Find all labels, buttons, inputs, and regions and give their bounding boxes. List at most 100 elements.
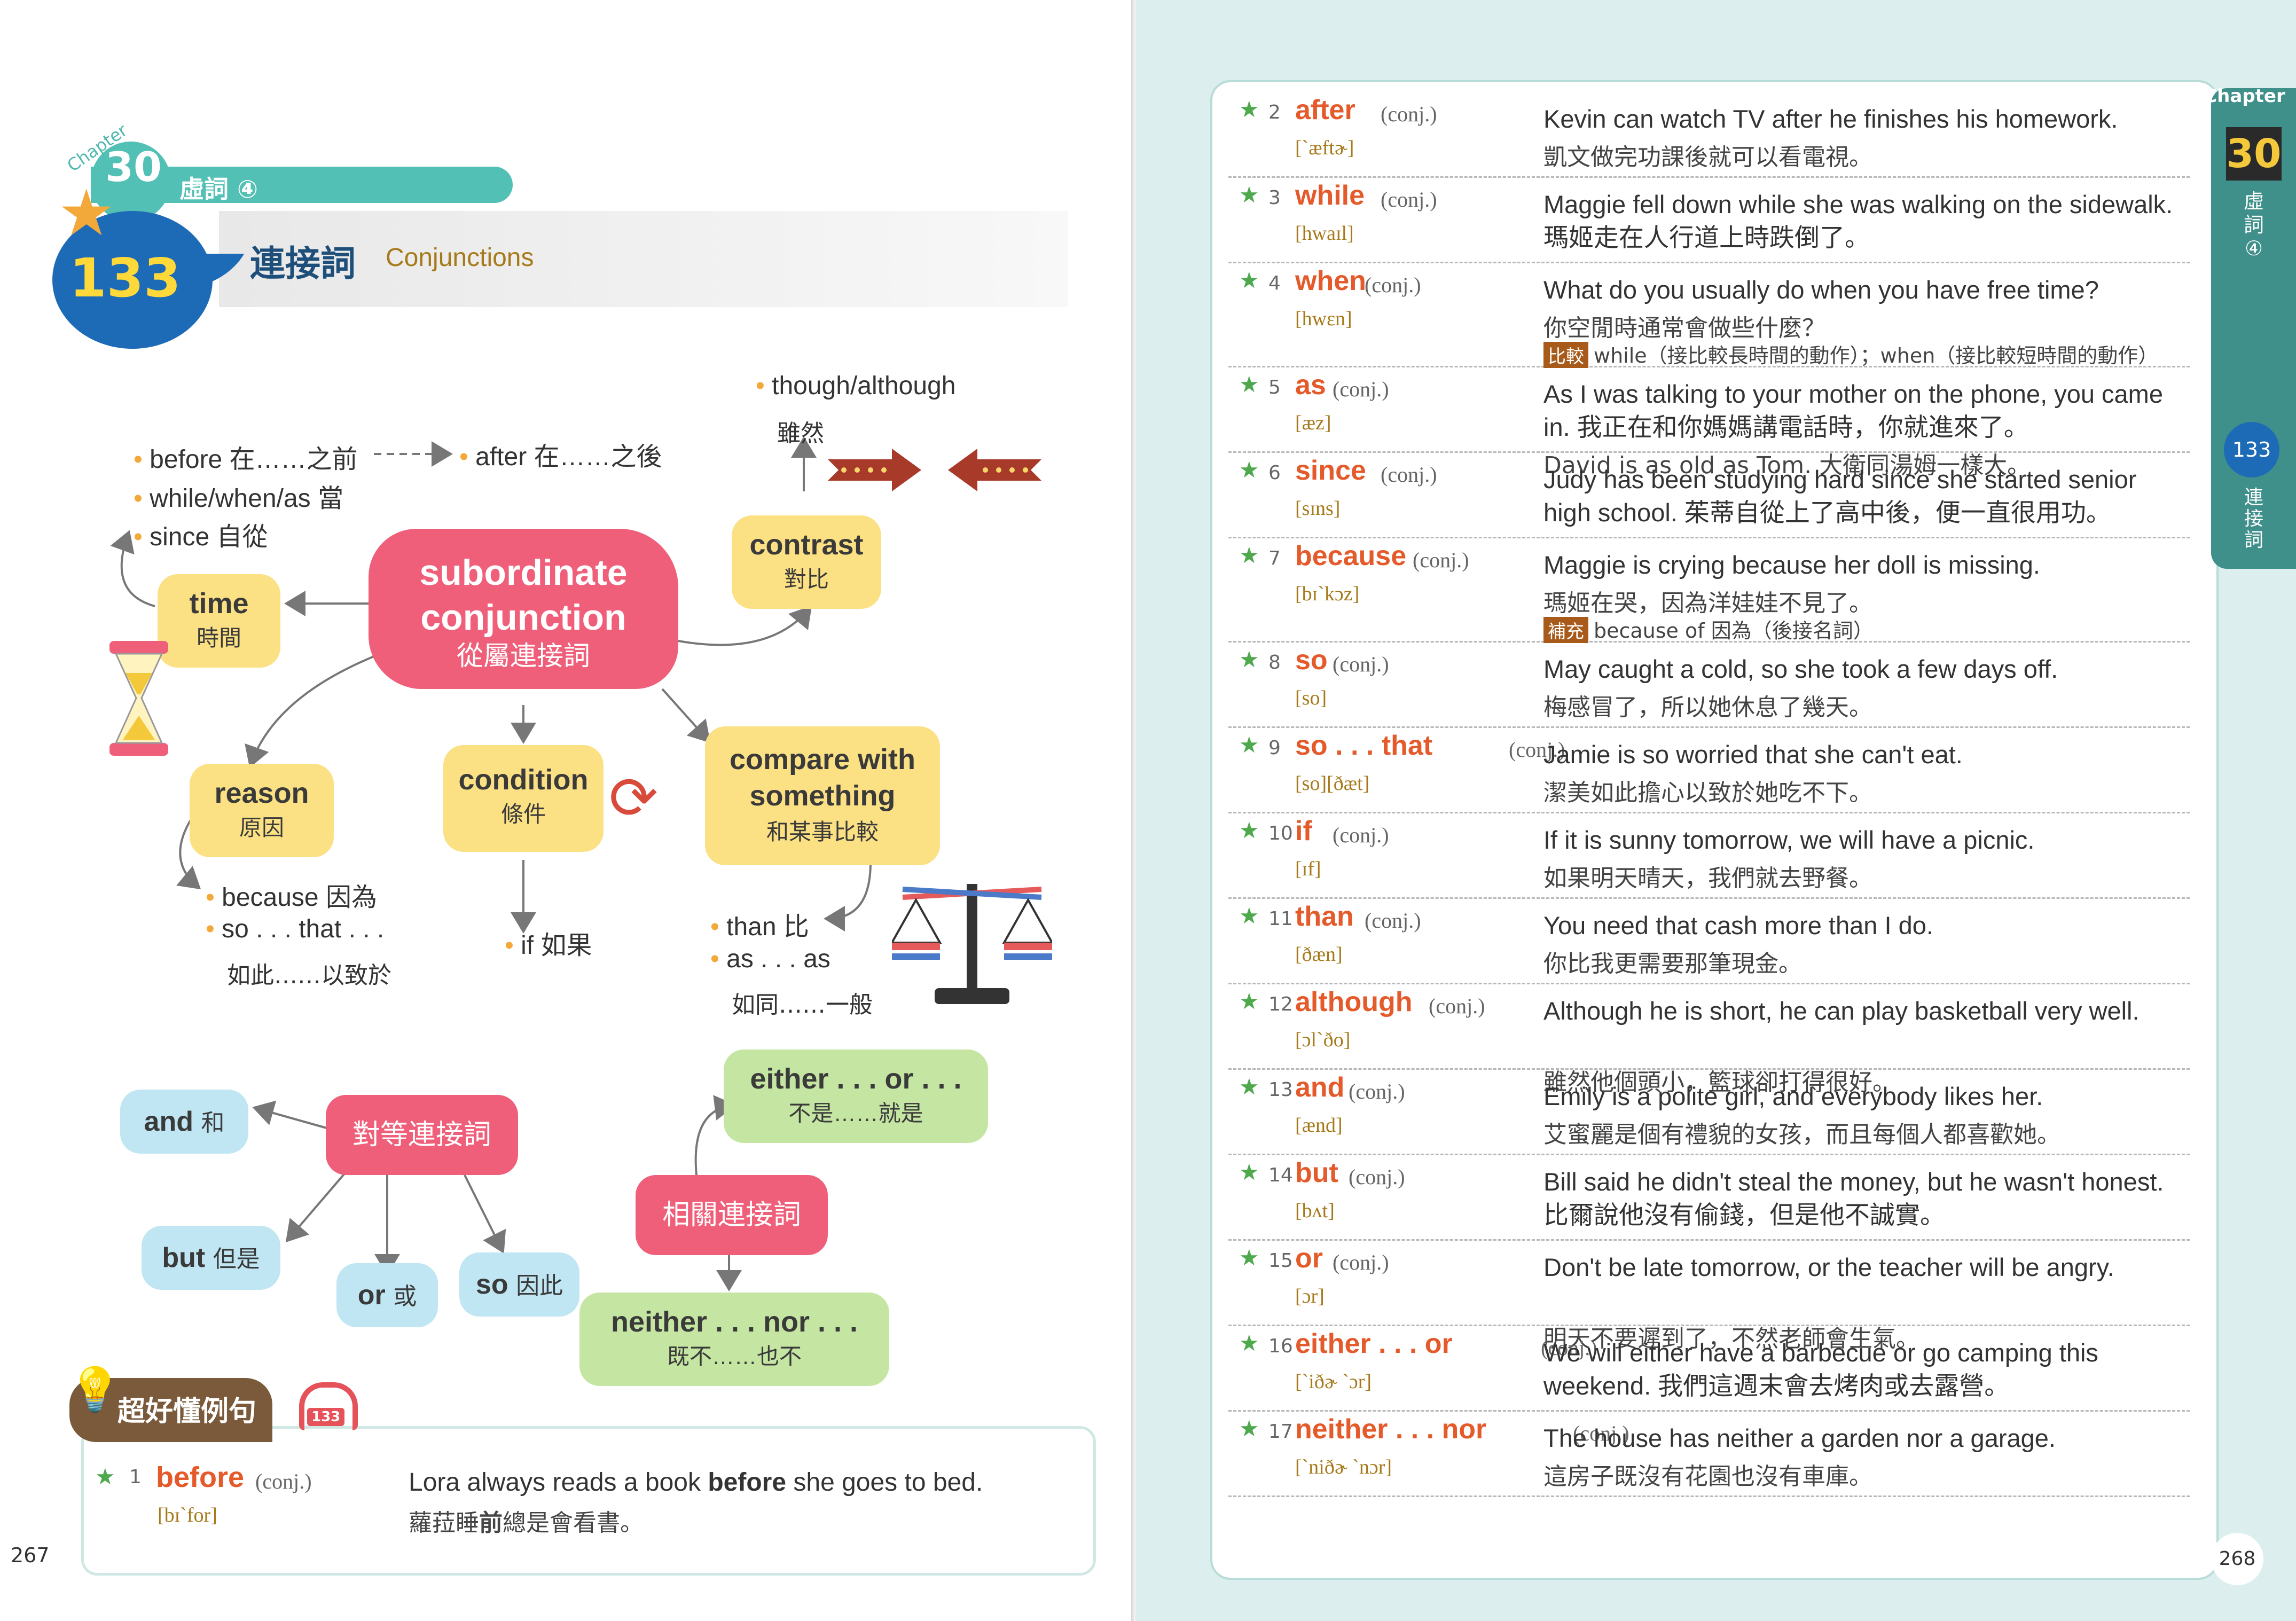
entry-example-zh: 蘿菈睡前總是會看書。 <box>409 1509 644 1537</box>
entry-example-zh: 這房子既沒有花園也沒有車庫。 <box>1543 1463 1872 1490</box>
entry-phonetic: [so][ðæt] <box>1295 772 1370 795</box>
star-icon: ★ <box>1239 96 1259 122</box>
correlative-label: 相關連接詞 <box>662 1200 801 1231</box>
entry-phonetic: [bʌt] <box>1295 1200 1335 1222</box>
entry-example-zh: 梅感冒了，所以她休息了幾天。 <box>1543 694 1872 721</box>
entry-number: 17 <box>1268 1421 1293 1443</box>
neither-label-zh: 既不……也不 <box>667 1344 802 1369</box>
star-icon: ★ <box>1239 182 1259 208</box>
entry-example-en: Jamie is so worried that she can't eat. <box>1543 740 1963 769</box>
entry-word: so <box>1295 645 1328 676</box>
and-label-zh: 和 <box>201 1110 225 1136</box>
entry-word: before <box>156 1461 245 1493</box>
page-number-right: 268 <box>2211 1533 2263 1585</box>
entry-number: 11 <box>1268 908 1293 930</box>
entry-word: after <box>1295 95 1355 126</box>
entry-example-zh: 潔美如此擔心以致於她吃不下。 <box>1543 779 1872 806</box>
either-label-zh: 不是……就是 <box>788 1101 923 1126</box>
contrast-label: contrast <box>749 529 864 561</box>
or-label-zh: 或 <box>393 1283 417 1310</box>
star-icon: ★ <box>1239 646 1259 672</box>
node-condition: condition 條件 <box>443 745 604 852</box>
star-icon: ★ <box>1239 817 1259 843</box>
compare-label-1: compare with <box>729 743 916 776</box>
reason-item-so-that-zh: 如此……以致於 <box>227 962 391 989</box>
entry-pos: (conj.) <box>1381 102 1437 126</box>
star-icon: ★ <box>1239 457 1259 483</box>
entry-number: 3 <box>1268 187 1281 209</box>
entry-example-en: The house has neither a garden nor a gar… <box>1543 1424 2056 1452</box>
star-icon: ★ <box>1239 1415 1259 1442</box>
entry-word: when <box>1295 265 1366 296</box>
time-item-since: • since 自從 <box>134 523 268 551</box>
entry-phonetic: [ænd] <box>1295 1114 1343 1137</box>
compare-item-as-as: • as . . . as <box>710 945 830 973</box>
node-contrast: contrast 對比 <box>732 515 881 609</box>
entry-word: or <box>1295 1243 1323 1274</box>
entry-pos: (conj.) <box>1365 273 1421 297</box>
star-icon: ★ <box>1239 1244 1259 1271</box>
example-box <box>81 1426 1096 1576</box>
compare-item-than: • than 比 <box>710 913 809 941</box>
entry-pos: (conj.) <box>1333 652 1389 676</box>
star-icon: ★ <box>1239 1159 1259 1185</box>
entry-phonetic: [hwɛn] <box>1295 308 1352 330</box>
compare-label-2: something <box>749 780 896 812</box>
entry-word: because <box>1295 541 1407 571</box>
star-icon: ★ <box>95 1463 115 1490</box>
condition-item-if: • if 如果 <box>505 931 592 960</box>
entry-note: 補充 because of 因為（後接名詞） <box>1543 614 1874 644</box>
entry-example-en: Don't be late tomorrow, or the teacher w… <box>1543 1253 2114 1281</box>
tab-chapter-word: Chapter <box>2204 85 2285 107</box>
contrast-item-zh: 雖然 <box>777 420 824 447</box>
tab-chapter-zh: 虛詞④ <box>2243 190 2264 260</box>
so-label-zh: 因此 <box>516 1273 563 1299</box>
entry-example-en: Emily is a polite girl, and everybody li… <box>1543 1082 2043 1110</box>
or-label: or <box>357 1280 386 1311</box>
entry-phonetic: [hwaɪl] <box>1295 222 1354 245</box>
entry-pos: (conj.) <box>1413 548 1469 572</box>
time-item-after: • after 在……之後 <box>459 443 662 471</box>
reason-label: reason <box>214 777 309 809</box>
entry-word: if <box>1295 816 1312 847</box>
entry-example-zh: 如果明天晴天，我們就去野餐。 <box>1543 865 1872 892</box>
entry-example-en: Although he is short, he can play basket… <box>1543 997 2140 1025</box>
entry-number: 15 <box>1268 1250 1293 1272</box>
entry-pos: (conj.) <box>1381 187 1437 212</box>
entry-example-en: May caught a cold, so she took a few day… <box>1543 655 2058 683</box>
contrast-label-zh: 對比 <box>783 567 829 592</box>
either-label: either . . . or . . . <box>750 1063 962 1095</box>
entry-example-zh: 你比我更需要那筆現金。 <box>1543 950 1802 977</box>
entry-number: 10 <box>1268 823 1293 844</box>
tab-lesson-zh: 連接詞 <box>2244 487 2263 551</box>
node-or: or 或 <box>336 1263 438 1327</box>
entry-word: so . . . that <box>1295 730 1433 761</box>
node-subordinate-conjunction: subordinate conjunction 從屬連接詞 <box>369 529 678 689</box>
page-number-left: 267 <box>11 1544 50 1567</box>
entry-example-zh: 你空閒時通常會做些什麼？ <box>1543 315 1825 342</box>
contrast-item: • though/although <box>756 372 956 400</box>
entry-word: while <box>1295 180 1365 211</box>
mindmap-arrows <box>110 436 872 1291</box>
balance-scale-icon <box>892 884 1052 1004</box>
refresh-icon: ⟳ <box>609 764 659 832</box>
entry-phonetic: [ɪf] <box>1295 858 1321 880</box>
entry-example-en: Kevin can watch TV after he finishes his… <box>1543 105 2118 133</box>
node-coordinating-conjunction: 對等連接詞 <box>326 1095 518 1175</box>
but-label: but <box>162 1242 206 1273</box>
subordinate-label-zh: 從屬連接詞 <box>457 641 590 671</box>
and-label: and <box>144 1106 193 1137</box>
entry-example-zh: 凱文做完功課後就可以看電視。 <box>1543 144 1872 171</box>
entry-example-en: You need that cash more than I do. <box>1543 911 1933 939</box>
note-text: while（接比較長時間的動作）；when（接比較短時間的動作） <box>1594 344 2159 367</box>
note-badge: 補充 <box>1543 617 1588 643</box>
entry-word: although <box>1295 986 1413 1017</box>
star-icon: ★ <box>1239 1330 1259 1356</box>
entry-word: since <box>1295 455 1366 486</box>
entry-example-en: What do you usually do when you have fre… <box>1543 276 2099 304</box>
entry-word: than <box>1295 901 1354 932</box>
entry-number: 2 <box>1268 101 1281 123</box>
time-item-before: • before 在……之前 <box>134 445 358 474</box>
entry-phonetic: [ɔlˋðo] <box>1295 1029 1351 1051</box>
star-icon: ★ <box>1239 542 1259 568</box>
